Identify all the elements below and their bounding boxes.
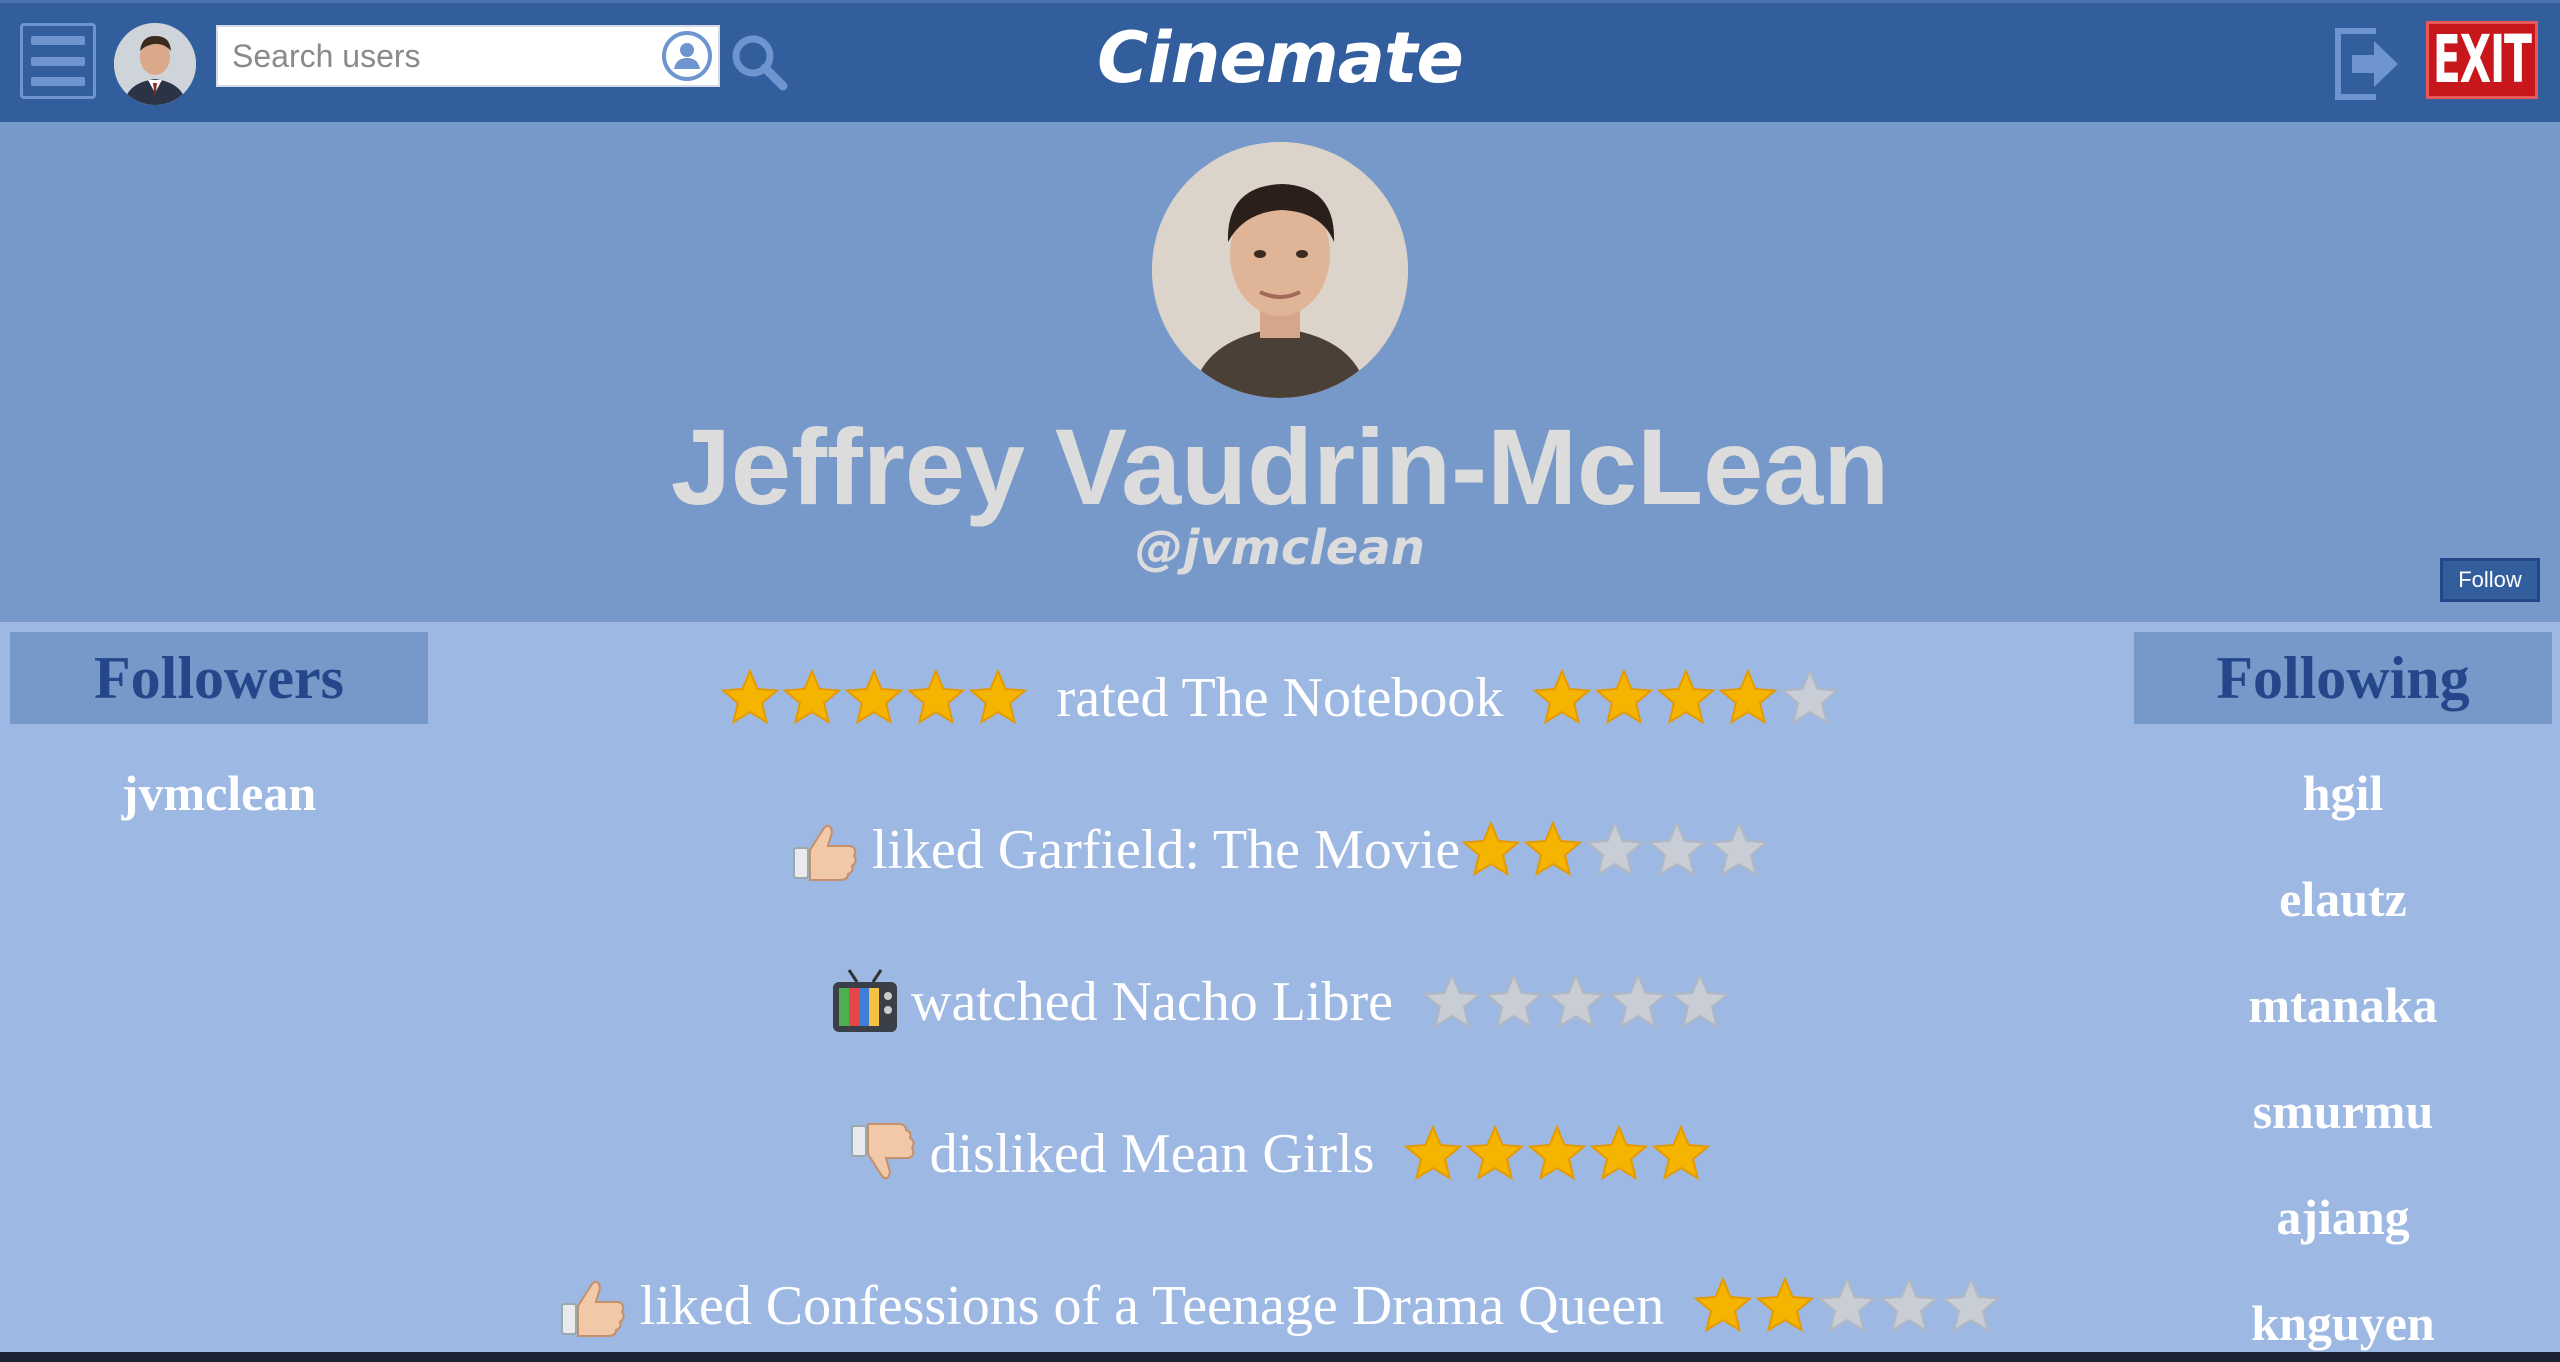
logout-icon[interactable] (2330, 21, 2404, 107)
following-item[interactable]: elautz (2134, 870, 2552, 976)
star-filled-icon (1692, 1275, 1754, 1337)
feed-item: rated The Notebook (430, 658, 2130, 738)
star-filled-icon (967, 667, 1029, 729)
feed-item: liked Confessions of a Teenage Drama Que… (430, 1266, 2130, 1346)
star-empty-icon (1940, 1275, 2002, 1337)
content-area: Followers jvmclean Following hgil elautz… (0, 622, 2560, 1352)
star-filled-icon (1402, 1123, 1464, 1185)
star-empty-icon (1545, 971, 1607, 1033)
star-empty-icon (1483, 971, 1545, 1033)
thumbs-down-icon (848, 1118, 920, 1190)
following-heading: Following (2216, 644, 2470, 711)
star-filled-icon (1522, 819, 1584, 881)
follower-item[interactable]: jvmclean (10, 764, 428, 870)
star-filled-icon (1460, 819, 1522, 881)
star-filled-icon (905, 667, 967, 729)
search-input[interactable] (218, 27, 658, 85)
exit-sign-icon[interactable]: EXIT (2426, 21, 2538, 99)
user-rating-stars (719, 667, 1029, 729)
following-list: hgil elautz mtanaka smurmu ajiang knguye… (2134, 764, 2552, 1352)
movie-rating-stars (1460, 819, 1770, 881)
star-empty-icon (1878, 1275, 1940, 1337)
star-filled-icon (1526, 1123, 1588, 1185)
star-filled-icon (1588, 1123, 1650, 1185)
feed-item-text[interactable]: disliked Mean Girls (930, 1122, 1375, 1186)
star-filled-icon (1531, 667, 1593, 729)
following-item[interactable]: mtanaka (2134, 976, 2552, 1082)
hamburger-menu-icon[interactable] (20, 23, 96, 99)
following-item[interactable]: hgil (2134, 764, 2552, 870)
navbar: Cinemate EXIT (0, 0, 2560, 122)
current-user-avatar[interactable] (114, 23, 196, 105)
feed-item-text[interactable]: liked Confessions of a Teenage Drama Que… (640, 1274, 1665, 1338)
followers-list: jvmclean (10, 764, 428, 870)
app-root: Cinemate EXIT Jeffrey Vaudrin-Mc (0, 0, 2560, 1352)
profile-avatar (1152, 142, 1408, 398)
feed-item: watched Nacho Libre (430, 962, 2130, 1042)
feed-item-text[interactable]: rated The Notebook (1057, 666, 1504, 730)
profile-handle: @jvmclean (1135, 520, 1425, 576)
profile-header: Jeffrey Vaudrin-McLean @jvmclean Follow (0, 122, 2560, 622)
star-filled-icon (1754, 1275, 1816, 1337)
star-empty-icon (1646, 819, 1708, 881)
star-empty-icon (1584, 819, 1646, 881)
star-filled-icon (1464, 1123, 1526, 1185)
star-empty-icon (1708, 819, 1770, 881)
feed-item: liked Garfield: The Movie (430, 810, 2130, 890)
user-circle-icon[interactable] (660, 29, 714, 83)
following-heading-box: Following (2134, 632, 2552, 724)
feed-item: disliked Mean Girls (430, 1114, 2130, 1194)
star-filled-icon (719, 667, 781, 729)
feed-item-text[interactable]: watched Nacho Libre (911, 970, 1393, 1034)
followers-heading: Followers (94, 644, 344, 711)
star-filled-icon (1650, 1123, 1712, 1185)
thumbs-up-icon (558, 1270, 630, 1342)
feed-item-text[interactable]: liked Garfield: The Movie (872, 818, 1460, 882)
star-empty-icon (1669, 971, 1731, 1033)
movie-rating-stars (1421, 971, 1731, 1033)
movie-rating-stars (1402, 1123, 1712, 1185)
followers-heading-box: Followers (10, 632, 428, 724)
app-brand[interactable]: Cinemate (1080, 17, 1480, 99)
television-icon (829, 966, 901, 1038)
following-item[interactable]: ajiang (2134, 1188, 2552, 1294)
star-empty-icon (1421, 971, 1483, 1033)
star-filled-icon (1593, 667, 1655, 729)
star-empty-icon (1779, 667, 1841, 729)
search-icon[interactable] (728, 31, 790, 93)
search-box (216, 25, 720, 87)
star-filled-icon (1655, 667, 1717, 729)
star-filled-icon (843, 667, 905, 729)
star-filled-icon (1717, 667, 1779, 729)
exit-label: EXIT (2433, 21, 2532, 98)
profile-name: Jeffrey Vaudrin-McLean (670, 406, 1890, 527)
movie-rating-stars (1531, 667, 1841, 729)
thumbs-up-icon (790, 814, 862, 886)
star-filled-icon (781, 667, 843, 729)
following-item[interactable]: knguyen (2134, 1294, 2552, 1352)
movie-rating-stars (1692, 1275, 2002, 1337)
star-empty-icon (1816, 1275, 1878, 1337)
star-empty-icon (1607, 971, 1669, 1033)
following-item[interactable]: smurmu (2134, 1082, 2552, 1188)
follow-button[interactable]: Follow (2440, 558, 2540, 602)
